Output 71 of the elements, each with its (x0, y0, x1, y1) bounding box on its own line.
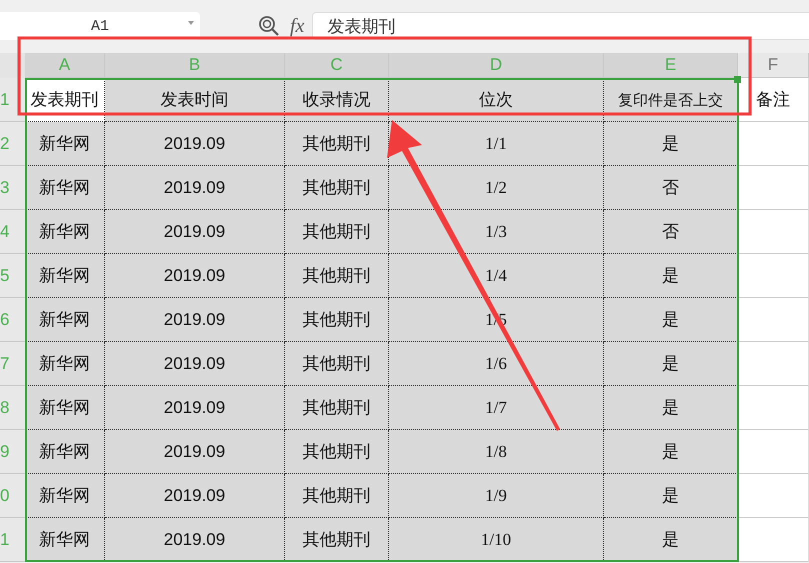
table-cell: 是 (604, 298, 738, 342)
table-cell: 1/3 (389, 210, 604, 254)
fill-handle[interactable] (734, 76, 741, 83)
table-cell: 是 (604, 518, 738, 562)
table-cell: 其他期刊 (285, 298, 389, 342)
table-cell: 1/10 (389, 518, 604, 562)
table-cell: 2019.09 (105, 210, 285, 254)
row-header[interactable]: 8 (0, 386, 25, 430)
table-cell: 新华网 (25, 430, 105, 474)
table-cell: 1/2 (389, 166, 604, 210)
table-cell: 否 (604, 166, 738, 210)
table-cell: 新华网 (25, 342, 105, 386)
table-cell: 其他期刊 (285, 386, 389, 430)
table-cell: 新华网 (25, 298, 105, 342)
table-cell: 是 (604, 342, 738, 386)
table-cell: 新华网 (25, 166, 105, 210)
table-cell: 是 (604, 386, 738, 430)
table-cell: 其他期刊 (285, 166, 389, 210)
table-cell: 1/7 (389, 386, 604, 430)
table-cell: 新华网 (25, 386, 105, 430)
table-cell: 2019.09 (105, 342, 285, 386)
column-header[interactable]: E (604, 53, 738, 78)
table-cell: 1/1 (389, 122, 604, 166)
table-cell: 其他期刊 (285, 474, 389, 518)
row-header[interactable]: 5 (0, 254, 25, 298)
table-cell: 新华网 (25, 518, 105, 562)
row-header[interactable]: 6 (0, 298, 25, 342)
table-cell: 否 (604, 210, 738, 254)
table-cell: 其他期刊 (285, 518, 389, 562)
table-cell: 1/8 (389, 430, 604, 474)
table-cell: 2019.09 (105, 298, 285, 342)
table-cell: 其他期刊 (285, 342, 389, 386)
table-cell: 1/9 (389, 474, 604, 518)
table-cell: 是 (604, 122, 738, 166)
table-cell: 其他期刊 (285, 254, 389, 298)
table-cell: 备注 (738, 78, 809, 122)
formula-field[interactable]: 发表期刊 (312, 12, 809, 40)
table-cell: 1/6 (389, 342, 604, 386)
table-cell: 新华网 (25, 254, 105, 298)
table-cell: 2019.09 (105, 122, 285, 166)
table-cell: 其他期刊 (285, 122, 389, 166)
row-header[interactable]: 1 (0, 518, 25, 562)
column-header[interactable]: F (738, 53, 809, 78)
table-cell: 2019.09 (105, 518, 285, 562)
row-header[interactable]: 2 (0, 122, 25, 166)
table-cell: 新华网 (25, 474, 105, 518)
column-header[interactable]: C (285, 53, 389, 78)
table-cell: 2019.09 (105, 430, 285, 474)
row-header[interactable]: 4 (0, 210, 25, 254)
column-header[interactable]: A (25, 53, 105, 78)
function-button[interactable]: fx (290, 14, 304, 38)
row-header[interactable]: 3 (0, 166, 25, 210)
row-header[interactable]: 7 (0, 342, 25, 386)
name-box[interactable]: A1 (0, 12, 200, 40)
table-cell: 2019.09 (105, 474, 285, 518)
row-header[interactable]: 0 (0, 474, 25, 518)
table-cell: 新华网 (25, 210, 105, 254)
row-header[interactable]: 9 (0, 430, 25, 474)
table-cell: 其他期刊 (285, 430, 389, 474)
column-header[interactable]: B (105, 53, 285, 78)
table-cell: 是 (604, 254, 738, 298)
table-cell: 1/4 (389, 254, 604, 298)
table-cell: 是 (604, 430, 738, 474)
table-cell: 2019.09 (105, 166, 285, 210)
table-cell: 是 (604, 474, 738, 518)
search-icon[interactable] (258, 15, 280, 37)
table-cell: 新华网 (25, 122, 105, 166)
table-cell: 2019.09 (105, 386, 285, 430)
table-cell: 其他期刊 (285, 210, 389, 254)
column-header[interactable]: D (389, 53, 604, 78)
table-cell: 2019.09 (105, 254, 285, 298)
